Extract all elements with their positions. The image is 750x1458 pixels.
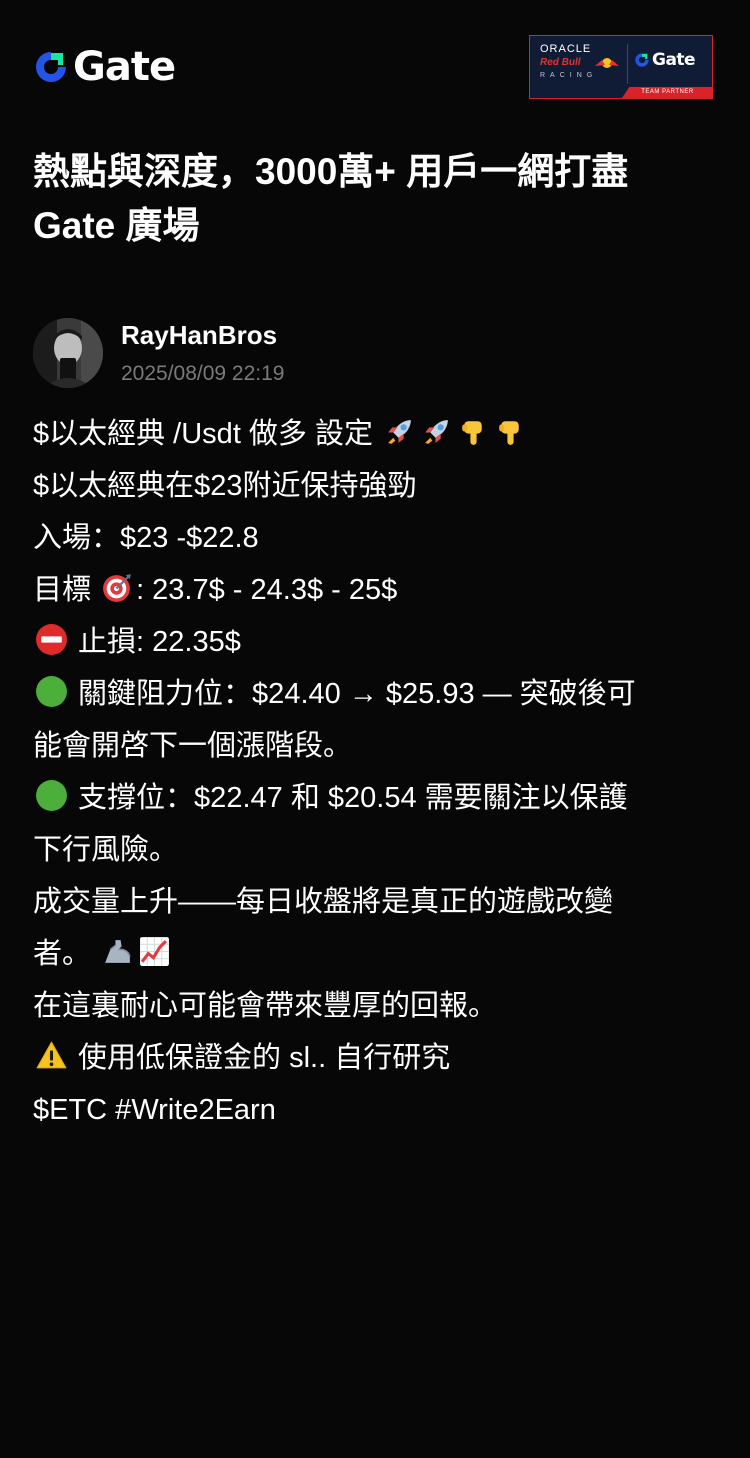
post-text: 關鍵阻力位：$24.40 → $25.93 — 突破後可	[70, 678, 636, 710]
post-text: $以太經典 /Usdt 做多 設定	[33, 418, 382, 450]
chart-increasing-icon	[138, 935, 171, 968]
team-partner-label: TEAM PARTNER	[641, 89, 694, 95]
post-line: 止損: 22.35$	[33, 616, 723, 668]
green-circle-icon	[35, 779, 68, 812]
post-line: 在這裏耐心可能會帶來豐厚的回報。	[33, 990, 498, 1022]
partner-gate-logo: Gate	[634, 50, 696, 70]
post-line: 關鍵阻力位：$24.40 → $25.93 — 突破後可	[33, 668, 723, 720]
post-text: 止損: 22.35$	[70, 626, 241, 658]
green-circle-icon	[35, 675, 68, 708]
post-text: 使用低保證金的 sl.. 自行研究	[70, 1042, 451, 1074]
post-line: 下行風險。	[33, 834, 179, 866]
author-name[interactable]: RayHanBros	[121, 318, 277, 352]
team-partner-strip: TEAM PARTNER	[622, 87, 713, 98]
oracle-label: ORACLE	[540, 43, 592, 55]
pointing-down-icon	[457, 415, 490, 448]
headline-line-2: Gate 廣場	[33, 205, 200, 246]
no-entry-icon	[35, 623, 68, 656]
partner-badge[interactable]: ORACLE Red Bull RACING Gate TEAM PARTNER	[529, 35, 713, 99]
logo-text: Gate	[73, 44, 176, 90]
bull-icon	[595, 58, 619, 68]
racing-label: RACING	[540, 72, 598, 79]
pointing-down-icon	[494, 415, 527, 448]
avatar[interactable]	[33, 318, 103, 388]
post-line: $以太經典在$23附近保持強勁	[33, 470, 417, 502]
partner-gate-text: Gate	[652, 50, 696, 70]
redbull-label: Red Bull	[540, 57, 581, 68]
badge-divider	[627, 44, 628, 84]
gate-logo[interactable]: Gate	[33, 44, 176, 90]
page-headline: 熱點與深度，3000萬+ 用戶一網打盡 Gate 廣場	[33, 145, 723, 253]
gate-logo-small-icon	[635, 53, 649, 67]
post-line: 成交量上升——每日收盤將是真正的遊戲改變	[33, 886, 614, 918]
post-text: 者。	[33, 938, 100, 970]
post-line: 使用低保證金的 sl.. 自行研究	[33, 1032, 723, 1084]
rocket-icon	[383, 415, 416, 448]
post-text: 支撐位：$22.47 和 $20.54 需要關注以保護	[70, 782, 628, 814]
post-line: $以太經典 /Usdt 做多 設定	[33, 408, 723, 460]
post-line: 支撐位：$22.47 和 $20.54 需要關注以保護	[33, 772, 723, 824]
flexed-biceps-icon	[101, 935, 134, 968]
redbull-racing-logo: ORACLE Red Bull RACING	[536, 41, 624, 87]
post-line: 者。	[33, 928, 723, 980]
post-line: 能會開啓下一個漲階段。	[33, 730, 353, 762]
post-text: 目標	[33, 574, 100, 606]
post-line: 目標 : 23.7$ - 24.3$ - 25$	[33, 564, 723, 616]
post-timestamp: 2025/08/09 22:19	[121, 362, 285, 385]
headline-line-1: 熱點與深度，3000萬+ 用戶一網打盡	[33, 151, 629, 192]
post-content: $以太經典 /Usdt 做多 設定 $以太經典在$23附近保持強勁 入場：$23…	[33, 408, 723, 1136]
header: Gate ORACLE Red Bull RACING Gate TEAM PA…	[0, 0, 750, 130]
post-text: : 23.7$ - 24.3$ - 25$	[136, 574, 398, 606]
target-icon	[101, 571, 134, 604]
post-hashtags[interactable]: $ETC #Write2Earn	[33, 1084, 723, 1136]
rocket-icon	[420, 415, 453, 448]
avatar-photo	[33, 318, 103, 388]
gate-logo-icon	[36, 52, 66, 82]
post-author: RayHanBros 2025/08/09 22:19	[33, 316, 723, 390]
post-line: 入場：$23 -$22.8	[33, 522, 259, 554]
warning-icon	[35, 1039, 68, 1072]
